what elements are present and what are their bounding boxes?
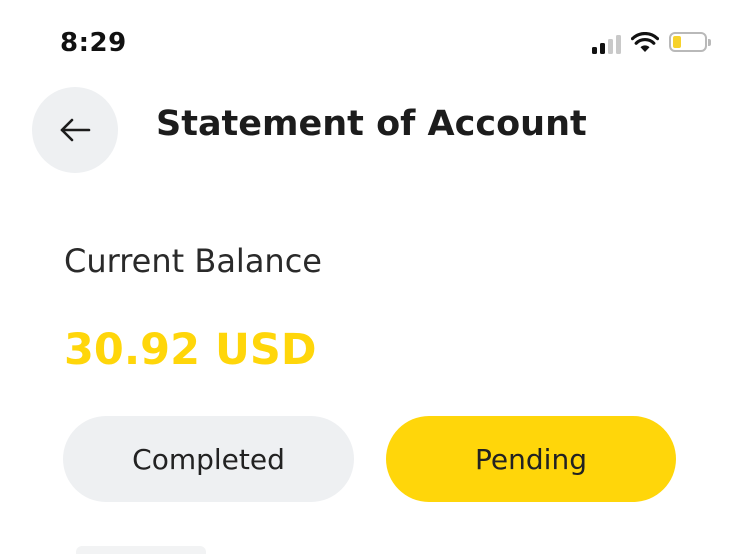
balance-label: Current Balance xyxy=(64,242,322,280)
statement-screen: 8:29 Statement of Account Current Balanc… xyxy=(0,0,739,554)
balance-value: 30.92 USD xyxy=(64,325,317,375)
page-title: Statement of Account xyxy=(156,104,587,144)
battery-low-icon xyxy=(669,32,711,54)
arrow-left-icon xyxy=(60,118,91,142)
back-button[interactable] xyxy=(32,87,118,173)
wifi-icon xyxy=(631,32,659,52)
tab-completed-label: Completed xyxy=(132,442,285,476)
tab-pending[interactable]: Pending xyxy=(386,416,676,502)
cellular-signal-icon xyxy=(592,32,621,54)
list-item-peek xyxy=(76,546,206,554)
status-icons xyxy=(592,32,711,54)
tab-completed[interactable]: Completed xyxy=(63,416,354,502)
status-time: 8:29 xyxy=(60,28,127,58)
tab-pending-label: Pending xyxy=(475,442,587,476)
